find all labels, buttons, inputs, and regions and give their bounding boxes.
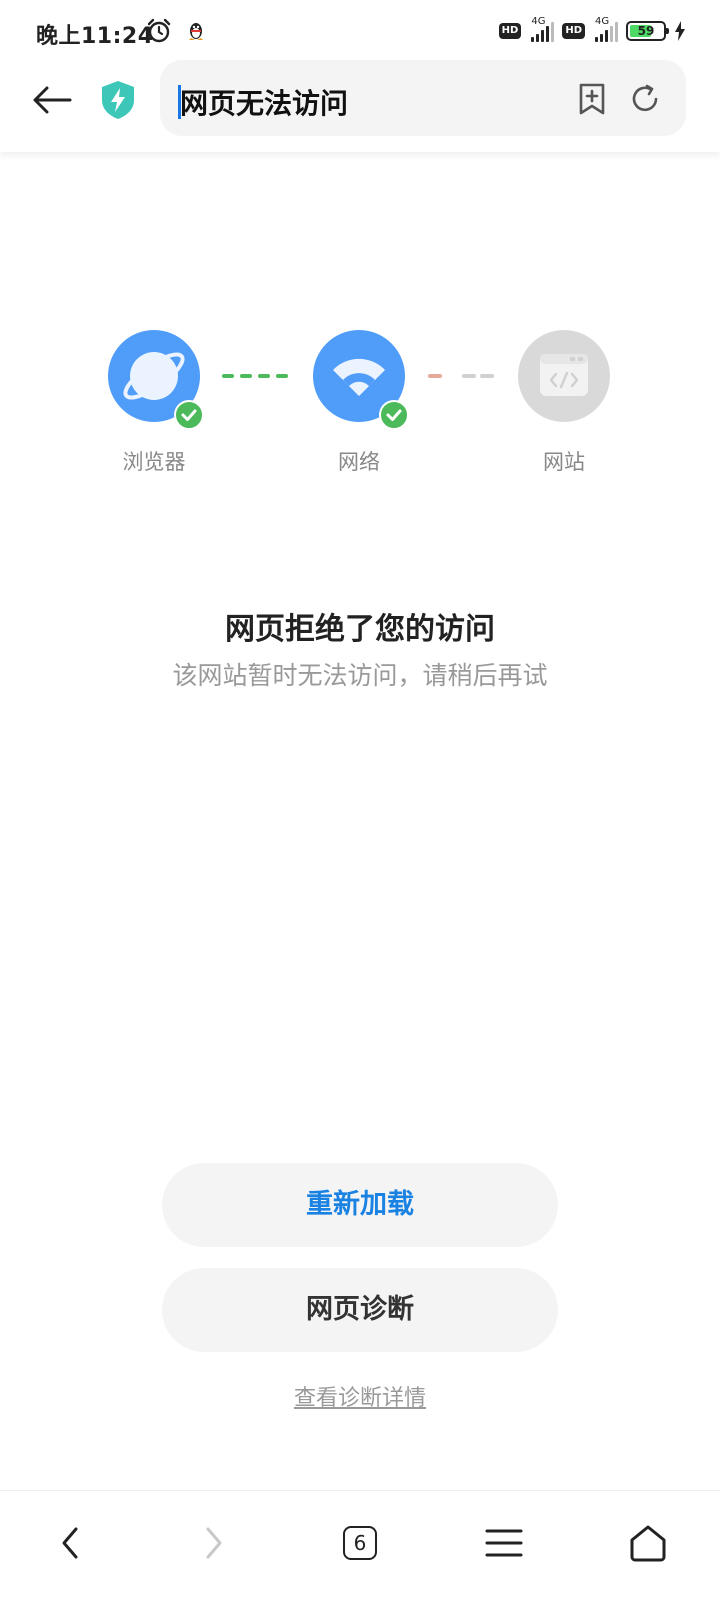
browser-label: 浏览器 [122, 450, 186, 474]
browser-ok-check-icon [174, 400, 204, 430]
tabs-button[interactable]: 6 [332, 1515, 388, 1571]
chevron-right-icon [206, 1527, 222, 1559]
tab-count: 6 [343, 1526, 377, 1560]
bottom-navigation: 6 [0, 1490, 720, 1601]
browser-top-bar: 网页无法访问 [0, 60, 720, 152]
reload-button[interactable]: 重新加载 [162, 1163, 558, 1247]
view-details-link[interactable]: 查看诊断详情 [0, 1380, 720, 1412]
hamburger-menu-icon [485, 1529, 523, 1557]
nav-forward-button[interactable] [186, 1515, 242, 1571]
address-text[interactable]: 网页无法访问 [180, 82, 348, 122]
signal-icon: 4G [529, 16, 555, 42]
website-code-icon [540, 354, 588, 396]
connection-diagnosis: 浏览器 网络 网站 [0, 330, 720, 490]
home-button[interactable] [620, 1515, 676, 1571]
diagnose-button[interactable]: 网页诊断 [162, 1268, 558, 1352]
back-button[interactable] [28, 78, 76, 122]
hd-badge: HD [498, 23, 522, 39]
refresh-icon[interactable] [628, 82, 662, 116]
menu-button[interactable] [476, 1515, 532, 1571]
add-bookmark-icon[interactable] [576, 82, 608, 116]
home-icon [630, 1525, 666, 1562]
website-label: 网站 [543, 450, 585, 474]
status-time: 晚上11:24 [36, 24, 154, 49]
error-title: 网页拒绝了您的访问 [225, 612, 495, 647]
network-label: 网络 [338, 450, 380, 474]
arrow-left-icon [33, 86, 72, 114]
security-shield-icon[interactable] [100, 80, 136, 120]
nav-back-button[interactable] [42, 1515, 98, 1571]
qq-penguin-icon [189, 23, 203, 40]
alarm-icon [147, 18, 171, 43]
status-bar: 晚上11:24 HD 4G HD 4G 59 [0, 0, 720, 62]
chevron-left-icon [62, 1527, 78, 1559]
address-bar[interactable]: 网页无法访问 [160, 60, 686, 136]
signal-icon-2: 4G [593, 16, 618, 42]
website-node [518, 330, 610, 422]
charging-icon [675, 21, 685, 41]
hd-badge-2: HD [562, 23, 585, 39]
network-ok-check-icon [379, 400, 409, 430]
error-subtitle: 该网站暂时无法访问，请稍后再试 [172, 661, 548, 690]
battery-icon: 59 [626, 21, 669, 41]
